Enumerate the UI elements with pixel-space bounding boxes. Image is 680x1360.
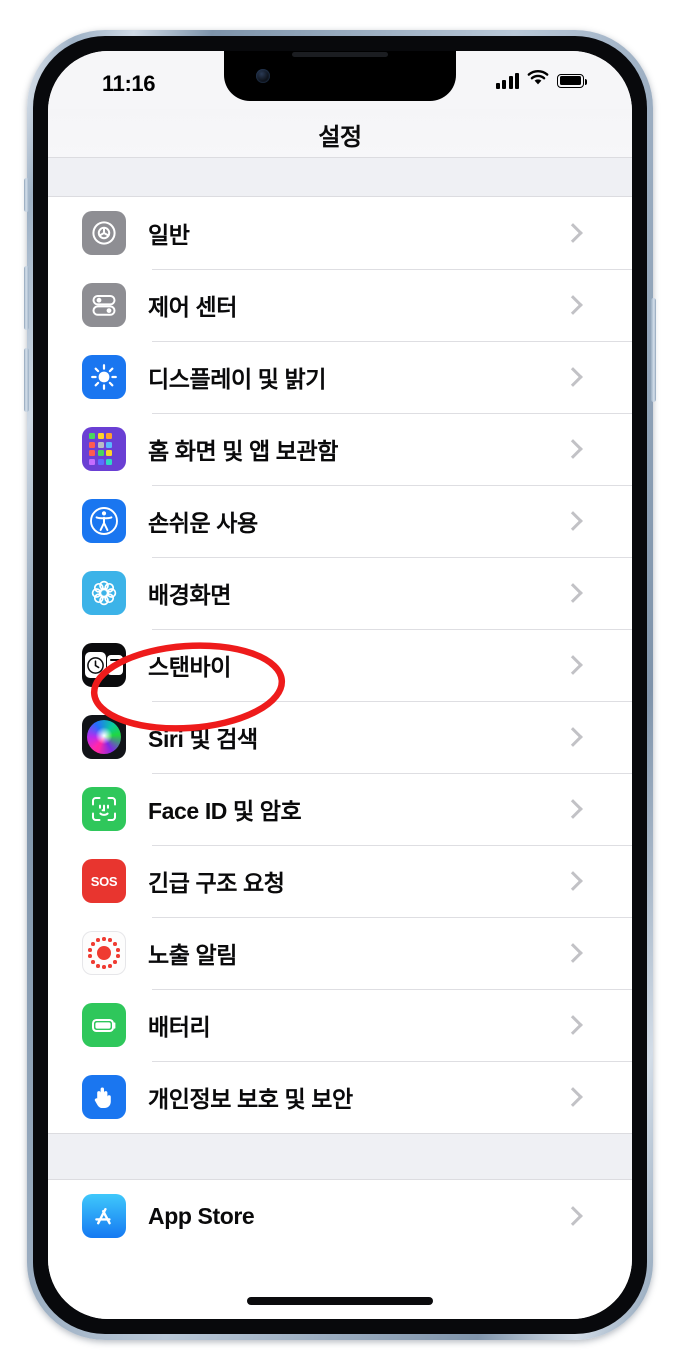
chevron-right-icon <box>563 871 583 891</box>
exposure-dot <box>88 954 92 958</box>
settings-row-label: 홈 화면 및 앱 보관함 <box>148 438 339 464</box>
settings-row-label: 일반 <box>148 222 190 248</box>
status-bar-time: 11:16 <box>102 71 156 96</box>
volume-up-button[interactable] <box>24 266 29 330</box>
settings-row-label: 디스플레이 및 밝기 <box>148 366 327 392</box>
status-bar-indicators <box>495 70 588 91</box>
section-gap-middle <box>48 1133 632 1180</box>
chevron-right-icon <box>563 367 583 387</box>
chevron-right-icon <box>563 727 583 747</box>
settings-list[interactable]: 일반 제어 센터 디스플레이 및 밝기 홈 화면 및 앱 보관함 손쉬운 사용 … <box>48 158 632 1319</box>
exposure-dot <box>108 963 112 968</box>
settings-row-label: Siri 및 검색 <box>148 726 258 752</box>
front-camera-icon <box>256 69 270 83</box>
exposure-dot <box>91 942 95 946</box>
gear-icon <box>82 211 126 255</box>
navigation-bar: 설정 <box>48 109 632 158</box>
app-store-icon <box>82 1194 126 1238</box>
sliders-icon <box>82 283 126 327</box>
exposure-dot <box>91 960 95 964</box>
exposure-dot <box>113 960 117 964</box>
sos-icon-text: SOS <box>90 873 118 889</box>
settings-row-label: 배터리 <box>148 1014 211 1040</box>
settings-row-privacy-security[interactable]: 개인정보 보호 및 보안 <box>48 1061 632 1133</box>
cellular-signal-icon <box>495 72 519 89</box>
settings-row-label: 긴급 구조 요청 <box>148 870 285 896</box>
settings-row-label: 손쉬운 사용 <box>148 510 258 536</box>
chevron-right-icon <box>563 1087 583 1107</box>
standby-clock-icon <box>82 643 126 687</box>
settings-row-standby[interactable]: 스탠바이 <box>48 629 632 701</box>
chevron-right-icon <box>563 1206 583 1226</box>
siri-orb-icon <box>82 715 126 759</box>
exposure-dot <box>96 938 100 942</box>
chevron-right-icon <box>563 295 583 315</box>
exposure-dot <box>102 937 106 941</box>
settings-row-app-store[interactable]: App Store <box>48 1180 632 1252</box>
settings-row-label: 스탠바이 <box>148 654 232 680</box>
notch <box>224 51 456 101</box>
mute-switch-button[interactable] <box>24 178 29 212</box>
page-title: 설정 <box>318 124 362 151</box>
settings-row-label: 개인정보 보호 및 보안 <box>148 1086 353 1112</box>
settings-row-exposure-notifications[interactable]: 노출 알림 <box>48 917 632 989</box>
exposure-notification-icon <box>82 931 126 975</box>
battery-icon <box>82 1003 126 1047</box>
chevron-right-icon <box>563 799 583 819</box>
phone-bezel: 11:16 설정 일반 제어 센터 디스플레이 및 밝기 홈 화면 및 앱 보관… <box>33 36 647 1334</box>
settings-row-control-center[interactable]: 제어 센터 <box>48 269 632 341</box>
section-gap-top <box>48 158 632 197</box>
hand-privacy-icon <box>82 1075 126 1119</box>
chevron-right-icon <box>563 439 583 459</box>
chevron-right-icon <box>563 223 583 243</box>
phone-screen: 11:16 설정 일반 제어 센터 디스플레이 및 밝기 홈 화면 및 앱 보관… <box>48 51 632 1319</box>
settings-row-emergency-sos[interactable]: SOS 긴급 구조 요청 <box>48 845 632 917</box>
power-button[interactable] <box>651 298 656 402</box>
settings-row-label: 제어 센터 <box>148 294 238 320</box>
brightness-icon <box>82 355 126 399</box>
exposure-dot <box>102 965 106 969</box>
chevron-right-icon <box>563 943 583 963</box>
settings-row-label: 노출 알림 <box>148 942 238 968</box>
exposure-dot <box>88 948 92 952</box>
settings-row-general[interactable]: 일반 <box>48 197 632 269</box>
app-grid-icon <box>82 427 126 471</box>
exposure-dot <box>108 938 112 942</box>
exposure-dot <box>96 963 100 968</box>
sos-icon: SOS <box>82 859 126 903</box>
wifi-icon <box>527 70 549 91</box>
phone-frame: 11:16 설정 일반 제어 센터 디스플레이 및 밝기 홈 화면 및 앱 보관… <box>24 30 656 1340</box>
settings-row-face-id[interactable]: Face ID 및 암호 <box>48 773 632 845</box>
volume-down-button[interactable] <box>24 348 29 412</box>
exposure-dot <box>113 942 117 946</box>
settings-row-label: Face ID 및 암호 <box>148 798 302 824</box>
battery-full-icon <box>557 73 588 88</box>
settings-row-label: 배경화면 <box>148 582 232 608</box>
exposure-dot <box>116 954 120 958</box>
settings-row-label: App Store <box>148 1202 255 1229</box>
settings-row-siri-search[interactable]: Siri 및 검색 <box>48 701 632 773</box>
chevron-right-icon <box>563 655 583 675</box>
settings-row-display-brightness[interactable]: 디스플레이 및 밝기 <box>48 341 632 413</box>
chevron-right-icon <box>563 511 583 531</box>
wallpaper-icon <box>82 571 126 615</box>
chevron-right-icon <box>563 583 583 603</box>
exposure-dot <box>116 948 120 952</box>
face-id-icon <box>82 787 126 831</box>
settings-row-home-screen[interactable]: 홈 화면 및 앱 보관함 <box>48 413 632 485</box>
settings-row-battery[interactable]: 배터리 <box>48 989 632 1061</box>
settings-row-accessibility[interactable]: 손쉬운 사용 <box>48 485 632 557</box>
home-indicator[interactable] <box>247 1297 433 1305</box>
settings-row-wallpaper[interactable]: 배경화면 <box>48 557 632 629</box>
accessibility-icon <box>82 499 126 543</box>
speaker-grille-icon <box>292 52 388 57</box>
chevron-right-icon <box>563 1015 583 1035</box>
